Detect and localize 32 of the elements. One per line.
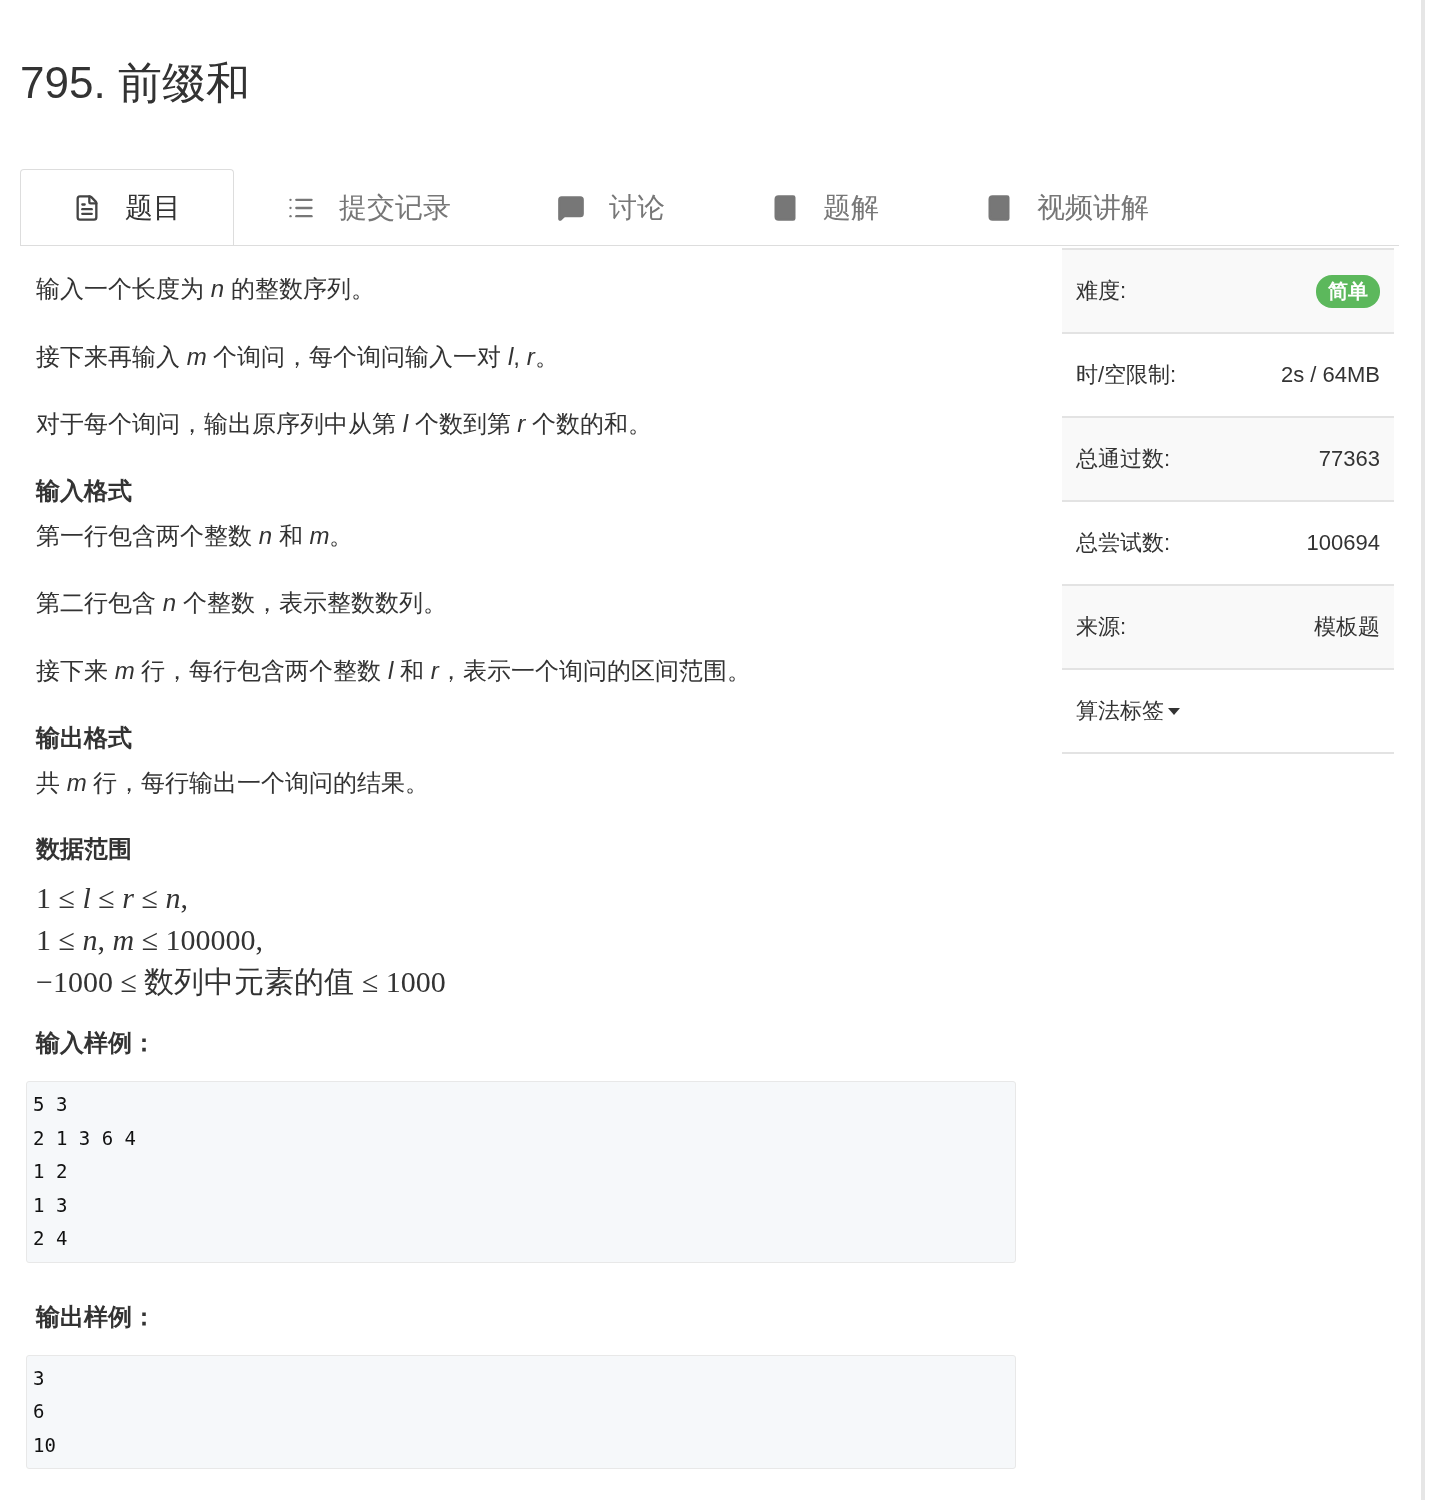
paragraph: 对于每个询问，输出原序列中从第 l 个数到第 r 个数的和。 <box>36 409 654 440</box>
info-value: 77363 <box>1318 446 1380 472</box>
paragraph: 接下来再输入 m 个询问，每个询问输入一对 l, r。 <box>36 341 560 372</box>
paragraph: 输入一个长度为 n 的整数序列。 <box>36 274 376 304</box>
section-heading: 输入格式 <box>36 475 133 506</box>
info-label: 时/空限制: <box>1076 361 1177 389</box>
paragraph: 第二行包含 n 个整数，表示整数数列。 <box>36 588 448 619</box>
info-value: 2s / 64MB <box>1280 362 1380 388</box>
paragraph: 第一行包含两个整数 n 和 m。 <box>36 520 355 551</box>
algorithm-tags-dropdown[interactable]: 算法标签 <box>1076 696 1180 726</box>
info-value: 100694 <box>1306 530 1380 556</box>
math-line: −1000 ≤ 数列中元素的值 ≤ 1000 <box>36 964 447 1001</box>
difficulty-badge: 简单 <box>1316 274 1380 308</box>
caret-icon <box>1168 707 1180 715</box>
info-value: 模板题 <box>1314 613 1380 641</box>
info-label: 难度: <box>1076 277 1127 305</box>
info-label: 来源: <box>1076 613 1127 641</box>
code-block: 3 6 10 <box>26 1354 1016 1470</box>
section-heading: 数据范围 <box>36 834 133 865</box>
paragraph: 共 m 行，每行输出一个询问的结果。 <box>36 767 431 798</box>
paragraph: 接下来 m 行，每行包含两个整数 l 和 r，表示一个询问的区间范围。 <box>36 655 752 686</box>
info-label: 总通过数: <box>1076 445 1171 473</box>
page-title: 795. 前缀和 <box>20 57 251 109</box>
section-heading: 输入样例： <box>36 1028 157 1059</box>
speech-bubble-icon <box>557 193 585 222</box>
code-block: 5 3 2 1 3 6 4 1 2 1 3 2 4 <box>26 1081 1016 1263</box>
info-label: 总尝试数: <box>1076 529 1171 557</box>
math-line: 1 ≤ l ≤ r ≤ n, <box>36 880 189 917</box>
tab[interactable]: 题目 <box>20 169 234 245</box>
math-line: 1 ≤ n, m ≤ 100000, <box>36 922 265 959</box>
section-heading: 输出格式 <box>36 722 133 753</box>
section-heading: 输出样例： <box>36 1301 157 1332</box>
